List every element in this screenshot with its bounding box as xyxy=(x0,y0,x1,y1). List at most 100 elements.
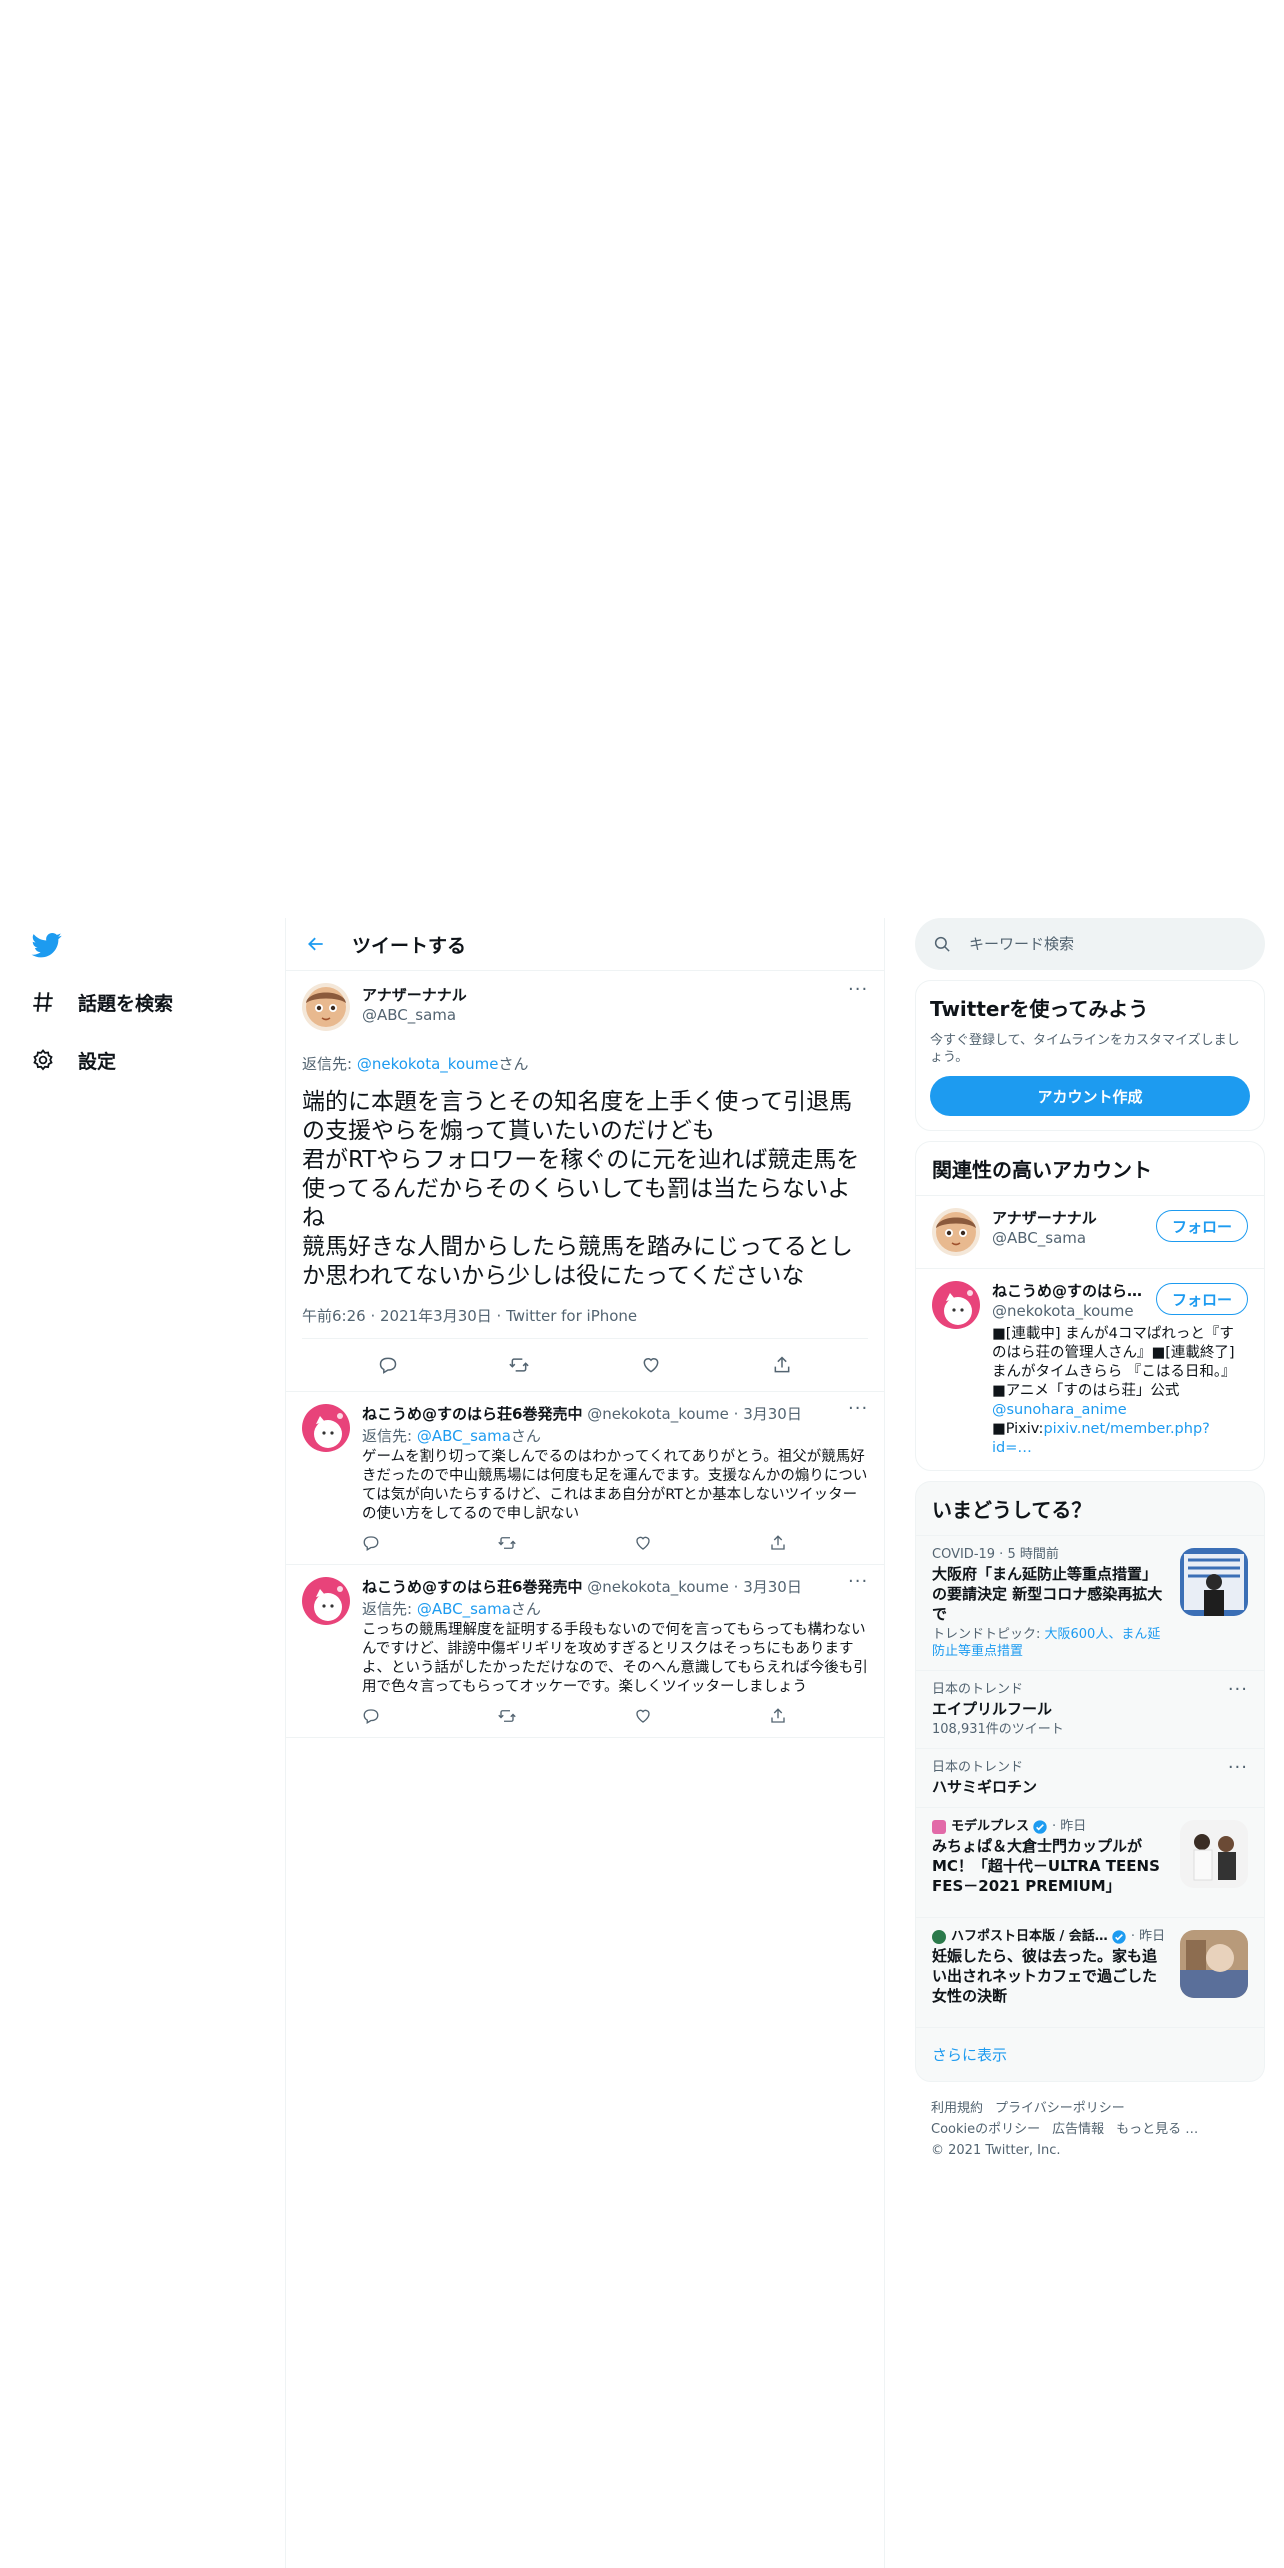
trend-title: みちょぱ＆大倉士門カップルがMC！「超十代－ULTRA TEENS FES－20… xyxy=(932,1837,1160,1895)
nav-item-settings[interactable]: 設定 xyxy=(28,1038,116,1082)
footer-link[interactable]: 利用規約 xyxy=(931,2101,983,2116)
avatar[interactable] xyxy=(932,1208,980,1256)
twitter-logo-icon[interactable] xyxy=(30,930,64,960)
avatar[interactable] xyxy=(302,1404,350,1452)
retweet-icon[interactable] xyxy=(497,1707,517,1729)
reply-text: こっちの競馬理解度を証明する手段もないので何を言ってもらっても構わないんですけど… xyxy=(362,1622,868,1695)
trend-meta: COVID-19 · 5 時間前 xyxy=(932,1547,1059,1562)
account-item[interactable]: アナザーナナル @ABC_sama フォロー xyxy=(916,1196,1264,1269)
trend-source: ハフポスト日本版 / 会話… · 昨日 xyxy=(932,1928,1168,1946)
trend-item[interactable]: 日本のトレンド ハサミギロチン ··· xyxy=(916,1749,1264,1808)
trend-title: エイプリルフール xyxy=(932,1700,1053,1718)
account-name: アナザーナナル xyxy=(992,1209,1097,1227)
retweet-icon[interactable] xyxy=(497,1534,517,1556)
trend-item[interactable]: モデルプレス · 昨日 みちょぱ＆大倉士門カップルがMC！「超十代－ULTRA … xyxy=(916,1808,1264,1918)
trend-source: モデルプレス · 昨日 xyxy=(932,1818,1168,1836)
share-icon[interactable] xyxy=(769,1534,787,1556)
signup-card: Twitterを使ってみよう 今すぐ登録して、タイムラインをカスタマイズしましょ… xyxy=(915,980,1265,1131)
copyright: © 2021 Twitter, Inc. xyxy=(931,2143,1061,2158)
more-icon[interactable]: ··· xyxy=(1228,1681,1248,1699)
page: 話題を検索 設定 ツイートする アナザーナナル @ABC_sama ··· 返信… xyxy=(0,0,1284,2568)
reply-author-handle[interactable]: @nekokota_koume xyxy=(587,1405,729,1423)
share-icon[interactable] xyxy=(769,1707,787,1729)
trend-item[interactable]: ハフポスト日本版 / 会話… · 昨日 妊娠したら、彼は去った。家も追い出されネ… xyxy=(916,1918,1264,2028)
trends-card: いまどうしてる？ COVID-19 · 5 時間前 大阪府「まん延防止等重点措置… xyxy=(915,1481,1265,2082)
source-icon xyxy=(932,1930,946,1944)
gear-icon xyxy=(28,1045,58,1075)
avatar[interactable] xyxy=(932,1281,980,1329)
account-bio: ■[連載中] まんが4コマぱれっと『すのはら荘の管理人さん』■[連載終了]まんが… xyxy=(992,1326,1236,1456)
footer: 利用規約 プライバシーポリシー Cookieのポリシー 広告情報 もっと見る … © … xyxy=(915,2082,1265,2177)
account-name: ねこうめ@すのはら… xyxy=(992,1282,1143,1300)
nav-item-label: 話題を検索 xyxy=(78,992,174,1015)
footer-link[interactable]: Cookieのポリシー xyxy=(931,2122,1040,2137)
search-bar[interactable] xyxy=(915,918,1265,970)
share-icon[interactable] xyxy=(767,1350,797,1380)
create-account-button[interactable]: アカウント作成 xyxy=(930,1076,1250,1116)
tweet-text: 端的に本題を言うとその知名度を上手く使って引退馬の支援やらを煽って貰いたいのだけ… xyxy=(302,1089,860,1289)
follow-button[interactable]: フォロー xyxy=(1156,1283,1248,1315)
footer-link[interactable]: プライバシーポリシー xyxy=(995,2101,1125,2116)
source-icon xyxy=(932,1820,946,1834)
who-to-follow-card: 関連性の高いアカウント アナザーナナル @ABC_sama フォロー ねこうめ@… xyxy=(915,1141,1265,1471)
trend-item[interactable]: COVID-19 · 5 時間前 大阪府「まん延防止等重点措置」の要請決定 新型… xyxy=(916,1536,1264,1671)
page-header: ツイートする xyxy=(286,918,884,971)
reply-context: 返信先: @ABC_samaさん xyxy=(362,1427,541,1445)
back-button[interactable] xyxy=(288,918,344,971)
account-handle: @ABC_sama xyxy=(992,1229,1087,1247)
reply-handle-link[interactable]: @nekokota_koume xyxy=(357,1055,499,1073)
avatar[interactable] xyxy=(302,983,350,1031)
verified-icon xyxy=(1112,1930,1126,1944)
search-input[interactable] xyxy=(969,935,1229,953)
account-handle: @nekokota_koume xyxy=(992,1302,1134,1320)
more-icon[interactable]: ··· xyxy=(848,981,868,1005)
page-title: ツイートする xyxy=(352,934,467,957)
reply-author-name[interactable]: ねこうめ@すのはら荘6巻発売中 xyxy=(362,1578,582,1596)
trend-item[interactable]: 日本のトレンド エイプリルフール 108,931件のツイート ··· xyxy=(916,1671,1264,1749)
trend-title: 大阪府「まん延防止等重点措置」の要請決定 新型コロナ感染再拡大で xyxy=(932,1565,1163,1623)
reply-author-name[interactable]: ねこうめ@すのはら荘6巻発売中 xyxy=(362,1405,582,1423)
trend-thumbnail xyxy=(1180,1820,1248,1888)
reply-action-bar xyxy=(362,1707,787,1729)
footer-link[interactable]: もっと見る … xyxy=(1116,2122,1198,2137)
follow-button[interactable]: フォロー xyxy=(1156,1210,1248,1242)
reply-icon[interactable] xyxy=(373,1350,403,1380)
reply-tweet[interactable]: ねこうめ@すのはら荘6巻発売中 @nekokota_koume · 3月30日 … xyxy=(286,1392,884,1565)
reply-author-handle[interactable]: @nekokota_koume xyxy=(587,1578,729,1596)
author-handle[interactable]: @ABC_sama xyxy=(362,1005,467,1025)
reply-text: ゲームを割り切って楽しんでるのはわかってくれてありがとう。祖父が競馬好きだったの… xyxy=(362,1449,868,1522)
reply-handle-link[interactable]: @ABC_sama xyxy=(417,1427,511,1445)
who-to-follow-title: 関連性の高いアカウント xyxy=(916,1142,1264,1196)
reply-context: 返信先: @ABC_samaさん xyxy=(362,1600,541,1618)
retweet-icon[interactable] xyxy=(504,1350,534,1380)
more-icon[interactable]: ··· xyxy=(1228,1759,1248,1777)
avatar[interactable] xyxy=(302,1577,350,1625)
tweet-timestamp[interactable]: 午前6:26 · 2021年3月30日 · Twitter for iPhone xyxy=(302,1305,868,1339)
author-name[interactable]: アナザーナナル xyxy=(362,985,467,1005)
signup-subtitle: 今すぐ登録して、タイムラインをカスタマイズしましょう。 xyxy=(930,1033,1240,1065)
reply-action-bar xyxy=(362,1534,787,1556)
trend-meta: 日本のトレンド xyxy=(932,1760,1024,1775)
like-icon[interactable] xyxy=(636,1350,666,1380)
trend-thumbnail xyxy=(1180,1548,1248,1616)
reply-context: 返信先: @nekokota_koumeさん xyxy=(302,1055,529,1073)
reply-handle-link[interactable]: @ABC_sama xyxy=(417,1600,511,1618)
reply-tweet[interactable]: ねこうめ@すのはら荘6巻発売中 @nekokota_koume · 3月30日 … xyxy=(286,1565,884,1738)
like-icon[interactable] xyxy=(634,1534,652,1556)
more-icon[interactable]: ··· xyxy=(848,1573,868,1597)
reply-date[interactable]: · 3月30日 xyxy=(734,1405,802,1423)
show-more-link[interactable]: さらに表示 xyxy=(916,2028,1264,2081)
like-icon[interactable] xyxy=(634,1707,652,1729)
more-icon[interactable]: ··· xyxy=(848,1400,868,1424)
footer-link[interactable]: 広告情報 xyxy=(1052,2122,1104,2137)
reply-date[interactable]: · 3月30日 xyxy=(734,1578,802,1596)
account-item[interactable]: ねこうめ@すのはら… @nekokota_koume ■[連載中] まんが4コマ… xyxy=(916,1269,1264,1470)
reply-icon[interactable] xyxy=(362,1707,380,1729)
nav-item-explore[interactable]: 話題を検索 xyxy=(28,980,173,1024)
trend-title: 妊娠したら、彼は去った。家も追い出されネットカフェで過ごした女性の決断 xyxy=(932,1947,1158,2005)
main-tweet: アナザーナナル @ABC_sama ··· 返信先: @nekokota_kou… xyxy=(286,971,884,1392)
reply-icon[interactable] xyxy=(362,1534,380,1556)
search-icon xyxy=(934,936,950,952)
bio-link[interactable]: @sunohara_anime xyxy=(992,1402,1127,1418)
trend-title: ハサミギロチン xyxy=(932,1778,1038,1796)
